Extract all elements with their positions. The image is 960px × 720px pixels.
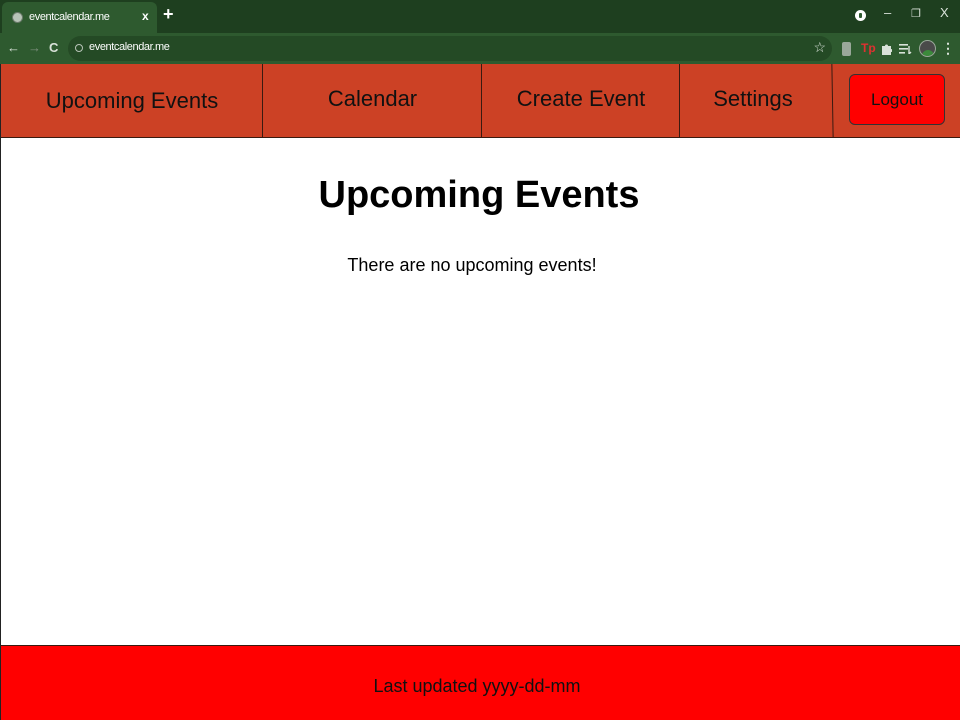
- empty-events-message: There are no upcoming events!: [347, 255, 597, 275]
- nav-create-event-label: Create Event: [516, 86, 646, 111]
- browser-toolbar: ← → C eventcalendar.me ☆: [0, 33, 960, 64]
- top-navbar: Upcoming Events Calendar Create Event Se…: [1, 63, 960, 139]
- nav-upcoming-events[interactable]: Upcoming Events: [1, 64, 263, 137]
- nav-create-event[interactable]: Create Event: [482, 64, 680, 137]
- back-button[interactable]: ←: [7, 40, 20, 55]
- profile-avatar[interactable]: [919, 40, 936, 57]
- reload-button[interactable]: C: [49, 40, 58, 55]
- browser-tab[interactable]: eventcalendar.me x: [2, 2, 157, 33]
- reading-list-icon[interactable]: [899, 43, 912, 54]
- bookmark-star-icon[interactable]: ☆: [813, 39, 826, 56]
- page-viewport: Upcoming Events Calendar Create Event Se…: [0, 63, 960, 720]
- globe-icon: [12, 12, 23, 23]
- page-footer: Last updated yyyy-dd-mm: [1, 645, 960, 720]
- new-tab-button[interactable]: +: [163, 4, 174, 25]
- logout-button[interactable]: Logout: [849, 74, 945, 125]
- minimize-button[interactable]: –: [884, 5, 891, 20]
- nav-settings-label: Settings: [713, 86, 793, 111]
- nav-upcoming-events-label: Upcoming Events: [45, 88, 219, 113]
- forward-button[interactable]: →: [28, 40, 41, 55]
- address-url[interactable]: eventcalendar.me: [89, 41, 170, 53]
- puzzle-icon[interactable]: [880, 42, 892, 55]
- profile-indicator-icon[interactable]: [855, 10, 866, 21]
- page-title: Upcoming Events: [318, 174, 640, 216]
- nav-settings[interactable]: Settings: [680, 64, 826, 137]
- restore-button[interactable]: ❐: [911, 7, 921, 20]
- close-window-button[interactable]: X: [940, 5, 949, 20]
- browser-tabstrip: eventcalendar.me x + – ❐ X: [0, 0, 960, 33]
- nav-divider: [831, 63, 834, 139]
- extension-red-icon[interactable]: Tp: [861, 41, 876, 55]
- address-bar[interactable]: eventcalendar.me ☆: [68, 36, 832, 61]
- nav-calendar[interactable]: Calendar: [263, 64, 482, 137]
- last-updated-text: Last updated yyyy-dd-mm: [373, 676, 581, 696]
- tab-title: eventcalendar.me: [29, 11, 110, 23]
- tab-close-button[interactable]: x: [142, 9, 149, 23]
- extension-icon[interactable]: [842, 42, 851, 56]
- nav-calendar-label: Calendar: [327, 86, 418, 111]
- site-info-icon[interactable]: [75, 44, 83, 52]
- browser-menu-icon[interactable]: ⋮: [941, 40, 955, 57]
